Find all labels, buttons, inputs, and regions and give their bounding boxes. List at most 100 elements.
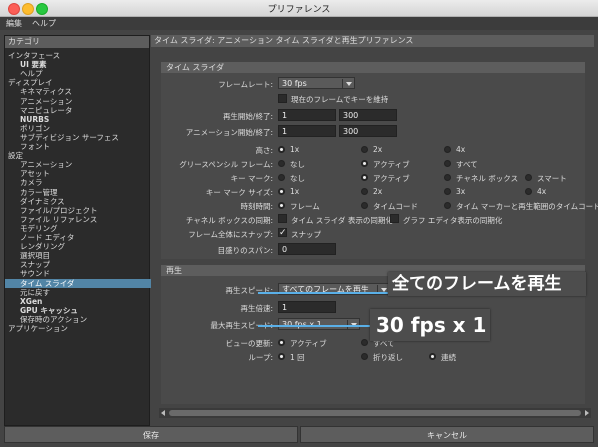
keep-key-checkbox[interactable]: [278, 94, 287, 103]
category-item[interactable]: UI 要素: [20, 60, 47, 69]
category-item[interactable]: サブディビジョン サーフェス: [20, 133, 119, 142]
tick-span-label: 目盛りのスパン:: [217, 246, 273, 255]
key-marks-channel-radio[interactable]: [444, 174, 451, 181]
playback-end-field[interactable]: 300: [339, 109, 397, 121]
cancel-button[interactable]: キャンセル: [300, 426, 594, 443]
time-frame-label: フレーム: [290, 202, 320, 211]
key-marks-none-radio[interactable]: [278, 174, 285, 181]
grease-none-radio[interactable]: [278, 160, 285, 167]
view-update-active-radio[interactable]: [278, 339, 285, 346]
grease-none-label: なし: [290, 160, 305, 169]
category-item[interactable]: 選択項目: [20, 251, 50, 260]
menu-edit[interactable]: 編集: [6, 18, 22, 29]
loop-once-label: 1 回: [290, 353, 305, 362]
horizontal-scrollbar[interactable]: [159, 408, 591, 418]
window-titlebar: プリファレンス: [0, 0, 598, 17]
loop-continuous-radio[interactable]: [429, 353, 436, 360]
time-display-label: 時刻時間:: [240, 202, 273, 211]
anim-start-field[interactable]: 1: [278, 125, 336, 137]
height-2x-radio[interactable]: [361, 146, 368, 153]
scrollbar-thumb[interactable]: [169, 410, 581, 416]
category-item[interactable]: アセット: [20, 169, 50, 178]
key-size-4x-label: 4x: [537, 187, 547, 196]
section-time-slider[interactable]: タイム スライダ: [161, 62, 585, 73]
callout-underline-max-speed: [258, 325, 370, 327]
height-1x-radio[interactable]: [278, 146, 285, 153]
key-size-3x-radio[interactable]: [444, 188, 451, 195]
tick-span-field[interactable]: 0: [278, 243, 336, 255]
category-item[interactable]: マニピュレータ: [20, 106, 72, 115]
category-item[interactable]: モデリング: [20, 224, 58, 233]
category-item[interactable]: ポリゴン: [20, 124, 50, 133]
category-item[interactable]: フォント: [20, 142, 50, 151]
callout-playback-all: 全てのフレームを再生: [388, 272, 586, 296]
grease-active-radio[interactable]: [361, 160, 368, 167]
sync-graph-checkbox[interactable]: [390, 214, 399, 223]
key-size-4x-radio[interactable]: [525, 188, 532, 195]
category-item[interactable]: NURBS: [20, 115, 49, 124]
key-marks-active-radio[interactable]: [361, 174, 368, 181]
snap-checkbox[interactable]: ✓: [278, 228, 287, 238]
category-item[interactable]: カラー管理: [20, 188, 58, 197]
key-marks-smart-radio[interactable]: [525, 174, 532, 181]
height-2x-label: 2x: [373, 145, 383, 154]
category-item[interactable]: アプリケーション: [8, 324, 68, 333]
view-update-all-radio[interactable]: [361, 339, 368, 346]
scroll-left-icon[interactable]: [161, 410, 165, 416]
loop-oscillate-radio[interactable]: [361, 353, 368, 360]
loop-once-radio[interactable]: [278, 353, 285, 360]
category-item[interactable]: XGen: [20, 297, 42, 306]
key-size-2x-label: 2x: [373, 187, 383, 196]
max-speed-label: 最大再生スピード:: [210, 321, 273, 330]
view-update-active-label: アクティブ: [290, 339, 327, 348]
category-item[interactable]: キネマティクス: [20, 87, 72, 96]
framerate-value: 30 fps: [282, 79, 307, 88]
category-item[interactable]: タイム スライダ: [5, 278, 164, 288]
anim-end-field[interactable]: 300: [339, 125, 397, 137]
settings-header: タイム スライダ: アニメーション タイム スライダと再生プリファレンス: [151, 35, 594, 47]
scroll-right-icon[interactable]: [585, 410, 589, 416]
category-item[interactable]: 元に戻す: [20, 288, 50, 297]
playback-start-field[interactable]: 1: [278, 109, 336, 121]
playback-mult-field[interactable]: 1: [278, 301, 336, 313]
grease-pencil-label: グリースペンシル フレーム:: [179, 160, 273, 169]
category-item[interactable]: ダイナミクス: [20, 197, 65, 206]
menu-help[interactable]: ヘルプ: [32, 18, 56, 29]
time-marker-radio[interactable]: [444, 202, 451, 209]
category-item[interactable]: ノード エディタ: [20, 233, 74, 242]
callout-underline-playback: [258, 292, 388, 294]
settings-panel: タイム スライダ フレームレート: 30 fps 現在のフレームでキーを維持 再…: [151, 48, 598, 424]
sync-timeslider-checkbox[interactable]: [278, 214, 287, 223]
time-frame-radio[interactable]: [278, 202, 285, 209]
snap-label: フレーム全体にスナップ:: [188, 230, 273, 239]
playback-range-label: 再生開始/終了:: [222, 112, 273, 121]
framerate-dropdown[interactable]: 30 fps: [278, 77, 355, 89]
chevron-down-icon: [346, 82, 352, 86]
key-marks-channel-label: チャネル ボックス: [456, 174, 519, 183]
category-item[interactable]: 保存時のアクション: [20, 315, 87, 324]
time-marker-label: タイム マーカーと再生範囲のタイムコード: [456, 202, 598, 211]
max-speed-dropdown[interactable]: 30 fps x 1: [278, 318, 360, 330]
category-item[interactable]: インタフェース: [8, 51, 60, 60]
category-item[interactable]: ヘルプ: [20, 69, 43, 78]
category-item[interactable]: GPU キャッシュ: [20, 306, 78, 315]
key-size-1x-radio[interactable]: [278, 188, 285, 195]
category-item[interactable]: ファイル リファレンス: [20, 215, 97, 224]
category-item[interactable]: スナップ: [20, 260, 50, 269]
category-item[interactable]: 設定: [8, 151, 23, 160]
grease-all-radio[interactable]: [444, 160, 451, 167]
save-button[interactable]: 保存: [4, 426, 298, 443]
category-item[interactable]: サウンド: [20, 269, 50, 278]
key-marks-label: キー マーク:: [230, 174, 273, 183]
category-item[interactable]: ディスプレイ: [8, 78, 52, 87]
loop-continuous-label: 連続: [441, 353, 456, 362]
key-size-2x-radio[interactable]: [361, 188, 368, 195]
category-item[interactable]: アニメーション: [20, 97, 72, 106]
category-item[interactable]: ファイル/プロジェクト: [20, 206, 98, 215]
time-timecode-radio[interactable]: [361, 202, 368, 209]
category-item[interactable]: カメラ: [20, 178, 43, 187]
key-size-3x-label: 3x: [456, 187, 466, 196]
category-item[interactable]: アニメーション: [20, 160, 72, 169]
height-4x-radio[interactable]: [444, 146, 451, 153]
category-item[interactable]: レンダリング: [20, 242, 65, 251]
